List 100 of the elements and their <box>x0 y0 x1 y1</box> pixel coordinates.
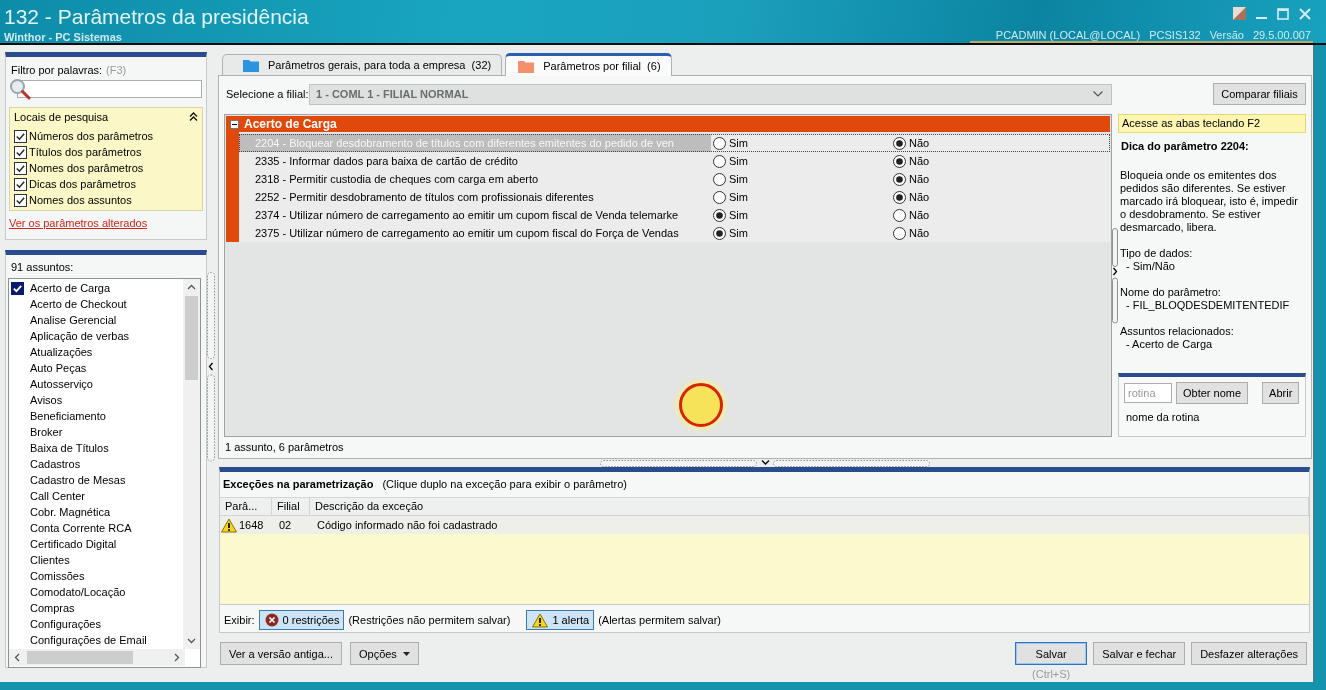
radio-icon[interactable] <box>713 226 726 240</box>
radio-icon[interactable] <box>893 172 906 186</box>
filter-label: Filtro por palavras: <box>11 64 103 77</box>
subject-item[interactable]: Acerto de Checkout <box>9 296 183 312</box>
lookup-button[interactable]: Obter nome <box>1176 382 1249 404</box>
radio-option[interactable]: Sim <box>711 154 748 168</box>
subject-item[interactable]: Cadastro de Mesas <box>9 472 183 488</box>
radio-icon[interactable] <box>893 226 906 240</box>
radio-icon[interactable] <box>713 172 726 186</box>
subject-item[interactable]: Certificado Digital <box>9 536 183 552</box>
radio-option[interactable]: Não <box>891 190 930 204</box>
subject-item[interactable]: Auto Peças <box>9 360 183 376</box>
radio-option[interactable]: Não <box>891 172 930 186</box>
parameter-row[interactable]: 2375 - Utilizar número de carregamento ao emitir um cupom fiscal do Força de Vendas Sim Não <box>239 224 1110 242</box>
parameter-row[interactable]: 2335 - Informar dados para baixa de cartão de crédito Sim Não <box>239 152 1110 170</box>
splitter-handle[interactable] <box>207 272 215 462</box>
subject-item[interactable]: Beneficiamento <box>9 408 183 424</box>
subject-item[interactable]: Cadastros <box>9 456 183 472</box>
subject-item[interactable]: Atualizações <box>9 344 183 360</box>
lookup-button[interactable]: Abrir <box>1262 382 1300 404</box>
subject-item[interactable]: Clientes <box>9 552 183 568</box>
subject-item[interactable]: Cobr. Magnética <box>9 504 183 520</box>
footer-button[interactable]: Desfazer alterações <box>1191 642 1307 665</box>
checkbox-icon[interactable] <box>14 129 27 143</box>
radio-icon[interactable] <box>893 190 906 204</box>
subject-item[interactable]: Call Center <box>9 488 183 504</box>
subject-item[interactable]: Aplicação de verbas <box>9 328 183 344</box>
radio-option[interactable]: Sim <box>711 226 748 240</box>
radio-option[interactable]: Sim <box>711 172 748 186</box>
subject-item[interactable]: Avisos <box>9 392 183 408</box>
branch-label: Selecione a filial: <box>225 88 309 100</box>
checkbox-option[interactable]: Números dos parâmetros <box>14 128 198 144</box>
vertical-scrollbar[interactable] <box>183 279 200 649</box>
subject-item[interactable]: Configurações <box>9 616 183 632</box>
subject-item[interactable]: Comodato/Locação <box>9 584 183 600</box>
subject-item[interactable]: Broker <box>9 424 183 440</box>
subject-item[interactable]: Comissões <box>9 568 183 584</box>
radio-icon[interactable] <box>713 154 726 168</box>
radio-icon[interactable] <box>893 208 906 222</box>
subject-item[interactable]: Analise Gerencial <box>9 312 183 328</box>
group-header[interactable]: Acerto de Carga <box>226 116 1110 132</box>
radio-icon[interactable] <box>713 136 726 150</box>
changed-parameters-link[interactable]: Ver os parâmetros alterados <box>9 217 148 230</box>
footer-button[interactable]: Ver a versão antiga... <box>220 642 342 665</box>
routine-field[interactable]: rotina <box>1124 383 1172 403</box>
collapse-icon[interactable] <box>189 112 198 121</box>
search-icon <box>9 78 31 100</box>
subject-item[interactable]: Configurações de Email <box>9 632 183 648</box>
checkbox-option[interactable]: Nomes dos parâmetros <box>14 160 198 176</box>
subject-item[interactable]: Compras <box>9 600 183 616</box>
tab[interactable]: Parâmetros por filial (6) <box>505 53 672 76</box>
radio-icon[interactable] <box>893 136 906 150</box>
column-header[interactable]: Parâ... <box>220 498 272 515</box>
subject-item[interactable]: Autosserviço <box>9 376 183 392</box>
subject-item[interactable]: Baixa de Títulos <box>9 440 183 456</box>
radio-option[interactable]: Sim <box>711 136 748 150</box>
radio-option[interactable]: Sim <box>711 208 748 222</box>
parameter-row[interactable]: 2374 - Utilizar número de carregamento ao emitir um cupom fiscal de Venda telemarke Sim Não <box>239 206 1110 224</box>
maximize-icon[interactable] <box>1277 7 1289 20</box>
close-icon[interactable] <box>1299 7 1311 20</box>
subject-count: 91 assuntos: <box>10 260 75 274</box>
parameter-row[interactable]: 2252 - Permitir desdobramento de títulos com profissionais diferentes Sim Não <box>239 188 1110 206</box>
branch-dropdown[interactable]: 1 - COML 1 - FILIAL NORMAL <box>309 83 1112 105</box>
radio-option[interactable]: Não <box>891 208 930 222</box>
checkbox-option[interactable]: Títulos dos parâmetros <box>14 144 198 160</box>
subject-item[interactable]: Acerto de Carga <box>9 280 183 296</box>
column-header[interactable]: Descrição da exceção <box>310 498 1309 515</box>
checkbox-option[interactable]: Nomes dos assuntos <box>14 192 198 208</box>
checkbox-option[interactable]: Dicas dos parâmetros <box>14 176 198 192</box>
parameter-title: 2252 - Permitir desdobramento de títulos com profissionais diferentes <box>254 190 595 205</box>
search-field[interactable] <box>17 80 202 98</box>
radio-option[interactable]: Não <box>891 154 930 168</box>
collapse-icon[interactable] <box>230 119 239 129</box>
checkbox-icon[interactable] <box>11 281 24 295</box>
checkbox-icon[interactable] <box>14 177 27 191</box>
column-header[interactable]: Filial <box>272 498 310 515</box>
splitter-handle[interactable] <box>600 459 930 467</box>
footer-button[interactable]: Salvar e fechar <box>1093 642 1186 665</box>
window-subtitle: Winthor - PC Sistemas <box>4 31 123 43</box>
filter-toggle[interactable]: 0 restrições <box>258 610 345 630</box>
footer-button[interactable]: Salvar <box>1015 642 1088 665</box>
parameter-row[interactable]: 2318 - Permitir custodia de cheques com carga em aberto Sim Não <box>239 170 1110 188</box>
hint-description: Bloqueia onde os emitentes dos pedidos são diferentes. Se estiver marcado irá bloquear, isto é, impedir o desdobramento. Se estiver desmarcado, libera. <box>1119 169 1299 234</box>
radio-option[interactable]: Não <box>891 226 930 240</box>
checkbox-icon[interactable] <box>14 193 27 207</box>
radio-option[interactable]: Não <box>891 136 930 150</box>
checkbox-icon[interactable] <box>14 161 27 175</box>
radio-icon[interactable] <box>713 208 726 222</box>
footer-button[interactable]: Opções <box>349 642 419 665</box>
horizontal-scrollbar[interactable] <box>9 649 185 666</box>
subject-item[interactable]: Conta Corrente RCA <box>9 520 183 536</box>
tab[interactable]: Parâmetros gerais, para toda a empresa (32) <box>222 54 503 75</box>
compare-button[interactable]: Comparar filiais <box>1213 83 1306 105</box>
radio-icon[interactable] <box>893 154 906 168</box>
splitter-handle[interactable] <box>1112 227 1118 324</box>
checkbox-icon[interactable] <box>14 145 27 159</box>
radio-icon[interactable] <box>713 190 726 204</box>
filter-toggle[interactable]: 1 alerta <box>526 610 595 630</box>
radio-option[interactable]: Sim <box>711 190 748 204</box>
split-square-icon[interactable] <box>1233 7 1246 20</box>
